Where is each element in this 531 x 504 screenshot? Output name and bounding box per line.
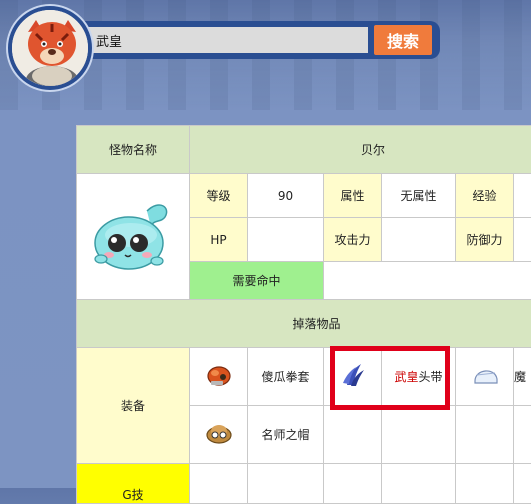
level-label: 等级 <box>190 174 248 218</box>
item-icon-cell[interactable] <box>190 348 248 406</box>
cap-icon <box>471 361 499 389</box>
attribute-label: 属性 <box>324 174 382 218</box>
item-name[interactable]: 名师之帽 <box>248 406 324 464</box>
avatar[interactable] <box>8 6 92 90</box>
monster-image <box>77 174 190 300</box>
monster-name: 贝尔 <box>190 126 531 174</box>
item-name[interactable]: 武皇头带 <box>382 348 456 406</box>
defense-value <box>514 218 531 262</box>
drops-title: 掉落物品 <box>77 300 531 348</box>
defense-label: 防御力 <box>456 218 514 262</box>
name-row: 怪物名称 贝尔 <box>77 126 531 174</box>
empty-cell <box>514 406 531 464</box>
item-icon-cell[interactable] <box>190 406 248 464</box>
tiger-avatar-icon <box>12 10 88 86</box>
search-header: 搜索 <box>4 2 444 100</box>
item-icon-cell[interactable] <box>324 348 382 406</box>
drops-row-3: G技 <box>77 464 531 504</box>
hp-label: HP <box>190 218 248 262</box>
level-value: 90 <box>248 174 324 218</box>
blob-monster-icon <box>87 193 179 277</box>
category-partial: G技 <box>77 464 190 504</box>
empty-cell <box>324 262 531 300</box>
search-input[interactable] <box>88 27 368 53</box>
item-name-highlight: 武皇 <box>394 370 418 384</box>
item-icon-cell[interactable] <box>456 348 514 406</box>
hp-value <box>248 218 324 262</box>
search-bar: 搜索 <box>76 21 440 59</box>
headband-icon <box>339 361 367 389</box>
empty-cell <box>324 406 382 464</box>
exp-label: 经验 <box>456 174 514 218</box>
monster-name-label: 怪物名称 <box>77 126 190 174</box>
empty-cell <box>456 406 514 464</box>
equipment-category: 装备 <box>77 348 190 464</box>
glove-icon <box>205 361 233 389</box>
item-name-rest: 头带 <box>419 370 443 384</box>
attack-value <box>382 218 456 262</box>
attribute-value: 无属性 <box>382 174 456 218</box>
exp-value <box>514 174 531 218</box>
item-name[interactable]: 魔 <box>514 348 531 406</box>
item-name[interactable]: 傻瓜拳套 <box>248 348 324 406</box>
drops-header-row: 掉落物品 <box>77 300 531 348</box>
search-button[interactable]: 搜索 <box>374 25 432 55</box>
stats-row-1: 等级 90 属性 无属性 经验 <box>77 174 531 218</box>
empty-cell <box>382 406 456 464</box>
drops-row-1: 装备 傻瓜拳套 武皇头带 魔 <box>77 348 531 406</box>
hit-required-cell: 需要命中 <box>190 262 324 300</box>
monster-info-table: 怪物名称 贝尔 等级 90 属性 无属性 经验 <box>76 125 531 504</box>
hat-icon <box>205 419 233 447</box>
attack-label: 攻击力 <box>324 218 382 262</box>
